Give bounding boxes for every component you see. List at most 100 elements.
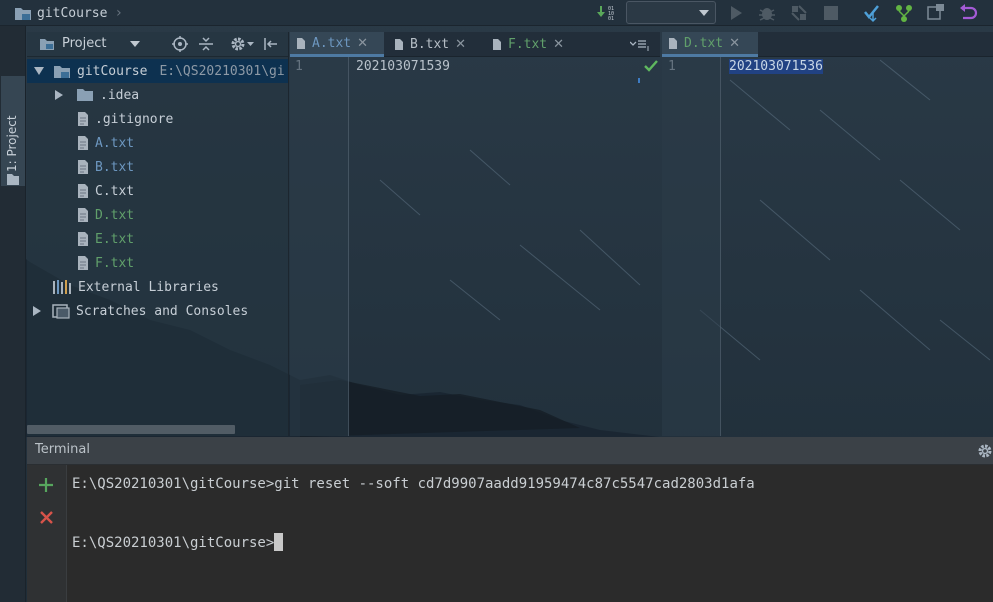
folder-icon <box>76 88 94 102</box>
tree-item-label: .idea <box>100 87 140 103</box>
editor-content-selected[interactable]: 202103071536 <box>729 59 823 74</box>
line-number: 1 <box>668 59 676 74</box>
chevron-down-icon[interactable] <box>245 36 255 52</box>
close-session-icon[interactable] <box>39 510 54 525</box>
terminal-prompt-line[interactable]: E:\QS20210301\gitCourse> <box>72 533 284 551</box>
vcs-update-icon[interactable] <box>861 2 883 24</box>
tree-root-label: gitCourse <box>77 63 148 79</box>
editor-gutter <box>662 57 721 436</box>
tree-item-label: A.txt <box>95 135 135 151</box>
gear-icon[interactable] <box>977 443 993 459</box>
stop-icon[interactable] <box>820 2 842 24</box>
collapsed-arrow-icon[interactable] <box>54 89 64 101</box>
terminal-line-text: E:\QS20210301\gitCourse>git reset --soft… <box>72 476 755 492</box>
locate-icon[interactable] <box>172 36 188 52</box>
file-icon <box>77 255 89 271</box>
tree-item-idea[interactable]: .idea <box>54 83 139 107</box>
tab-a-txt[interactable]: A.txt ✕ <box>290 32 384 57</box>
new-session-icon[interactable] <box>38 477 54 493</box>
expanded-arrow-icon[interactable] <box>33 65 45 77</box>
tree-item-label: .gitignore <box>95 111 174 127</box>
project-view-icon <box>39 36 55 52</box>
tab-b-txt[interactable]: B.txt ✕ <box>388 32 482 57</box>
terminal-line[interactable]: E:\QS20210301\gitCourse>git reset --soft… <box>72 476 755 492</box>
project-icon <box>6 172 20 186</box>
tab-d-txt[interactable]: D.txt ✕ <box>662 32 758 57</box>
breadcrumb[interactable]: gitCourse › <box>14 3 123 23</box>
close-icon[interactable]: ✕ <box>729 36 740 51</box>
close-icon[interactable]: ✕ <box>357 36 368 51</box>
tab-f-txt[interactable]: F.txt ✕ <box>486 32 580 57</box>
tree-item-scratches[interactable]: Scratches and Consoles <box>32 299 248 323</box>
tree-item-label: C.txt <box>95 183 135 199</box>
tree-item-label: Scratches and Consoles <box>76 303 249 319</box>
terminal-toolbar <box>27 465 67 602</box>
tree-item-label: E.txt <box>95 231 135 247</box>
svg-text:01: 01 <box>608 16 614 22</box>
tree-item-label: B.txt <box>95 159 135 175</box>
project-panel: Project gitCourse E:\QS20210301\gi .idea… <box>27 32 289 436</box>
module-folder-icon <box>53 63 71 79</box>
file-icon <box>394 38 404 51</box>
tree-item-f-txt[interactable]: F.txt <box>77 251 134 275</box>
tree-row-root[interactable]: gitCourse E:\QS20210301\gi <box>27 59 288 83</box>
terminal-title[interactable]: Terminal <box>35 442 90 457</box>
editor-gutter <box>290 57 349 436</box>
collapsed-arrow-icon[interactable] <box>32 305 42 317</box>
tab-label: D.txt <box>684 35 724 51</box>
collapse-all-icon[interactable] <box>198 36 214 52</box>
vcs-commit-icon[interactable] <box>893 2 915 24</box>
scratches-icon <box>52 303 70 319</box>
tree-item-label: F.txt <box>95 255 135 271</box>
debug-icon[interactable] <box>756 2 778 24</box>
file-icon <box>492 38 502 51</box>
close-icon[interactable]: ✕ <box>553 37 564 52</box>
file-icon <box>77 135 89 151</box>
tab-label: B.txt <box>410 37 450 52</box>
gear-icon[interactable] <box>230 36 246 52</box>
file-icon <box>77 111 89 127</box>
libraries-icon <box>52 279 72 295</box>
tree-item-e-txt[interactable]: E.txt <box>77 227 134 251</box>
file-icon <box>77 183 89 199</box>
navigation-bar: gitCourse › 01 10 01 <box>0 0 993 26</box>
tree-root-path: E:\QS20210301\gi <box>159 63 285 79</box>
tree-item-b-txt[interactable]: B.txt <box>77 155 134 179</box>
breadcrumb-project[interactable]: gitCourse <box>37 6 107 21</box>
project-tab-label: 1: Project <box>5 115 19 172</box>
file-icon <box>77 231 89 247</box>
editor-tab-bar: A.txt ✕ B.txt ✕ F.txt ✕ <box>290 32 660 57</box>
chevron-down-icon <box>699 10 709 16</box>
run-icon[interactable] <box>725 2 747 24</box>
tree-item-d-txt[interactable]: D.txt <box>77 203 134 227</box>
vcs-revert-icon[interactable] <box>957 2 979 24</box>
project-panel-header: Project <box>27 32 288 57</box>
terminal-prompt: E:\QS20210301\gitCourse> <box>72 535 275 551</box>
file-icon <box>296 37 306 50</box>
terminal-header: Terminal <box>27 437 993 465</box>
left-editor: A.txt ✕ B.txt ✕ F.txt ✕ 1 202103071539 <box>290 32 660 436</box>
git-update-icon[interactable]: 01 10 01 <box>596 2 618 24</box>
hide-panel-icon[interactable] <box>263 36 279 52</box>
coverage-icon[interactable] <box>788 2 810 24</box>
tree-item-gitignore[interactable]: .gitignore <box>77 107 173 131</box>
change-marker <box>638 78 640 83</box>
tabs-list-icon[interactable] <box>624 32 660 57</box>
project-tool-window-tab[interactable]: 1: Project <box>1 76 25 186</box>
project-folder-icon <box>14 5 32 21</box>
tree-item-c-txt[interactable]: C.txt <box>77 179 134 203</box>
chevron-down-icon[interactable] <box>127 36 143 52</box>
tree-item-label: External Libraries <box>78 279 219 295</box>
editor-content[interactable]: 202103071539 <box>356 59 450 74</box>
inspection-ok-icon[interactable] <box>643 59 659 73</box>
close-icon[interactable]: ✕ <box>455 37 466 52</box>
file-icon <box>77 207 89 223</box>
horizontal-scrollbar[interactable] <box>27 425 235 434</box>
project-view-selector[interactable]: Project <box>62 36 106 51</box>
chevron-right-icon: › <box>114 5 123 21</box>
tree-item-a-txt[interactable]: A.txt <box>77 131 134 155</box>
right-editor: D.txt ✕ 1 202103071536 <box>662 32 993 436</box>
vcs-branch-icon[interactable] <box>925 2 947 24</box>
tree-item-external-libraries[interactable]: External Libraries <box>52 275 219 299</box>
run-configuration-select[interactable] <box>626 1 716 24</box>
